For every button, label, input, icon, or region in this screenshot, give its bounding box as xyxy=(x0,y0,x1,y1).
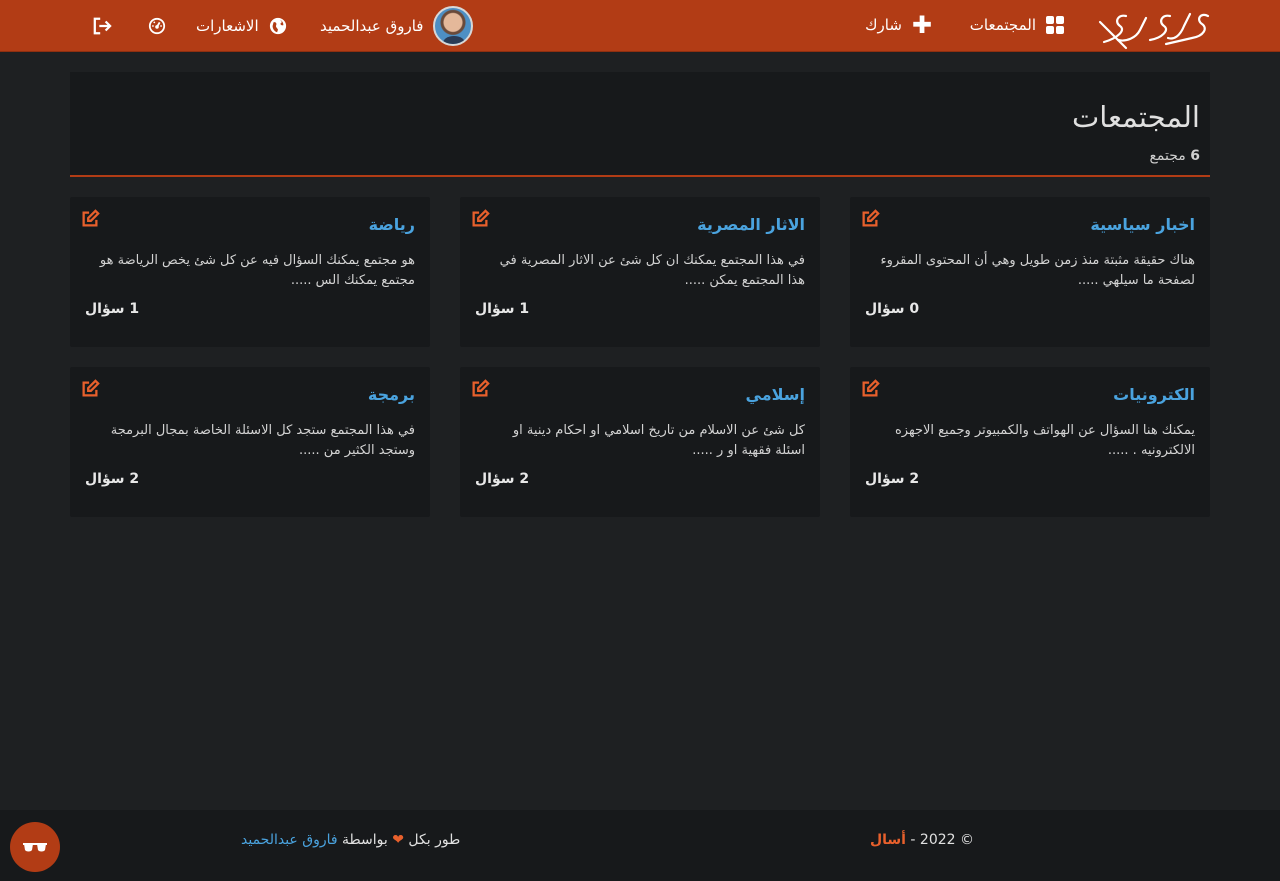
community-card: اخبار سياسية هناك حقيقة مثبتة منذ زمن طو… xyxy=(850,197,1210,347)
community-title[interactable]: الاثار المصرية xyxy=(697,215,805,234)
user-profile-link[interactable]: فاروق عبدالحميد xyxy=(320,6,474,46)
nav-notifications-link[interactable]: الاشعارات xyxy=(196,0,287,52)
nav-share-link[interactable]: ✚ شارك xyxy=(865,0,932,51)
footer-author-link[interactable]: فاروق عبدالحميد xyxy=(241,832,338,848)
community-title[interactable]: برمجة xyxy=(368,385,415,404)
communities-count: 6 مجتمع xyxy=(1149,148,1200,164)
footer-credit: طور بكل ❤ بواسطة فاروق عبدالحميد xyxy=(241,832,460,848)
credit-by: بواسطة xyxy=(342,832,388,848)
footer-copyright: © 2022 - أسال xyxy=(870,832,974,848)
communities-count-unit: مجتمع xyxy=(1149,148,1186,164)
footer-brand-link[interactable]: أسال xyxy=(870,832,906,848)
dashboard-icon xyxy=(148,17,166,35)
glasses-icon xyxy=(23,843,47,852)
globe-icon xyxy=(269,17,286,35)
plus-icon: ✚ xyxy=(911,11,932,39)
copyright-symbol: © xyxy=(960,832,974,848)
nav-share-label: شارك xyxy=(865,16,902,34)
top-navbar: المجتمعات ✚ شارك فاروق عبدالحميد الاشعار… xyxy=(0,0,1280,52)
community-question-count: 1 سؤال xyxy=(475,301,530,317)
heart-icon: ❤ xyxy=(392,832,404,848)
nav-communities-link[interactable]: المجتمعات xyxy=(970,0,1064,51)
community-description: في هذا المجتمع ستجد كل الاسئلة الخاصة بم… xyxy=(110,423,415,458)
community-question-count: 2 سؤال xyxy=(865,471,920,487)
community-title[interactable]: الكترونيات xyxy=(1113,385,1195,404)
edit-icon[interactable] xyxy=(80,379,100,399)
community-description: هناك حقيقة مثبتة منذ زمن طويل وهي أن الم… xyxy=(880,253,1195,288)
logout-button[interactable] xyxy=(92,0,112,52)
site-logo[interactable] xyxy=(1096,8,1214,50)
logout-icon xyxy=(93,17,112,35)
edit-icon[interactable] xyxy=(860,209,880,229)
user-name: فاروق عبدالحميد xyxy=(320,17,424,35)
community-card: الاثار المصرية في هذا المجتمع يمكنك ان ك… xyxy=(460,197,820,347)
community-card: رياضة هو مجتمع يمكنك السؤال فيه عن كل شئ… xyxy=(70,197,430,347)
page-header: المجتمعات 6 مجتمع xyxy=(70,72,1210,177)
copyright-dash: - xyxy=(910,832,916,848)
community-card: الكترونيات يمكنك هنا السؤال عن الهواتف و… xyxy=(850,367,1210,517)
community-title[interactable]: إسلامي xyxy=(746,385,805,404)
grid-icon xyxy=(1046,16,1064,34)
theme-toggle-button[interactable] xyxy=(10,822,60,872)
nav-notifications-label: الاشعارات xyxy=(196,17,259,35)
edit-icon[interactable] xyxy=(860,379,880,399)
community-title[interactable]: رياضة xyxy=(369,215,415,234)
footer: © 2022 - أسال طور بكل ❤ بواسطة فاروق عبد… xyxy=(0,810,1280,881)
community-title[interactable]: اخبار سياسية xyxy=(1090,215,1195,234)
page-title: المجتمعات xyxy=(1071,100,1200,134)
community-description: في هذا المجتمع يمكنك ان كل شئ عن الاثار … xyxy=(499,253,805,288)
nav-communities-label: المجتمعات xyxy=(969,16,1036,34)
community-card: برمجة في هذا المجتمع ستجد كل الاسئلة الخ… xyxy=(70,367,430,517)
edit-icon[interactable] xyxy=(80,209,100,229)
edit-icon[interactable] xyxy=(470,379,490,399)
community-question-count: 0 سؤال xyxy=(865,301,920,317)
copyright-year: 2022 xyxy=(919,832,956,848)
edit-icon[interactable] xyxy=(470,209,490,229)
credit-prefix: طور بكل xyxy=(408,832,461,848)
community-question-count: 2 سؤال xyxy=(85,471,140,487)
community-card: إسلامي كل شئ عن الاسلام من تاريخ اسلامي … xyxy=(460,367,820,517)
community-question-count: 1 سؤال xyxy=(85,301,140,317)
community-description: هو مجتمع يمكنك السؤال فيه عن كل شئ يخص ا… xyxy=(99,253,415,288)
community-description: كل شئ عن الاسلام من تاريخ اسلامي او احكا… xyxy=(512,423,805,458)
community-question-count: 2 سؤال xyxy=(475,471,530,487)
avatar xyxy=(433,6,474,46)
dashboard-button[interactable] xyxy=(148,0,166,52)
community-description: يمكنك هنا السؤال عن الهواتف والكمبيوتر و… xyxy=(894,423,1195,458)
communities-count-number: 6 xyxy=(1190,148,1200,164)
